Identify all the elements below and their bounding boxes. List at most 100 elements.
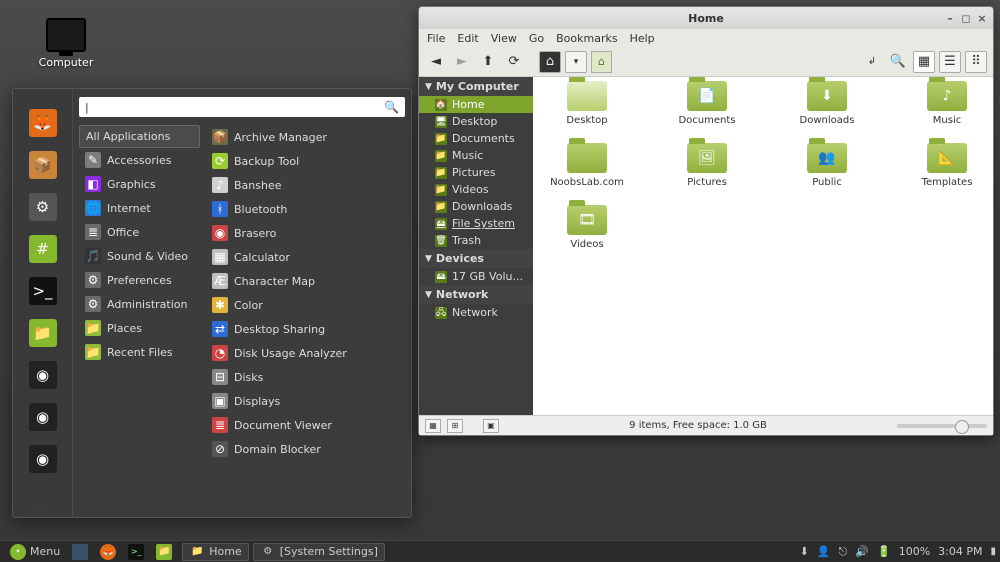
category-item[interactable]: 📁Places: [79, 316, 200, 340]
window-minimize-button[interactable]: –: [945, 12, 955, 25]
favorite-files[interactable]: 📁: [29, 319, 57, 347]
sidebar-item[interactable]: 🏠Home: [419, 96, 533, 113]
menu-edit[interactable]: Edit: [457, 32, 478, 45]
file-item[interactable]: 📄Documents: [667, 81, 747, 143]
file-item[interactable]: 🎞Videos: [547, 205, 627, 267]
nav-up-button[interactable]: ⬆: [477, 51, 499, 73]
app-item[interactable]: ⟳Backup Tool: [206, 149, 405, 173]
desktop-icon-computer[interactable]: Computer: [26, 18, 106, 69]
app-item[interactable]: ÆCharacter Map: [206, 269, 405, 293]
sidebar-item[interactable]: 📁Pictures: [419, 164, 533, 181]
favorite-software[interactable]: 📦: [29, 151, 57, 179]
favorite-terminal[interactable]: >_: [29, 277, 57, 305]
file-item[interactable]: ⬇Downloads: [787, 81, 867, 143]
app-item[interactable]: ⇄Desktop Sharing: [206, 317, 405, 341]
status-btn-2[interactable]: ⊞: [447, 419, 463, 433]
favorite-updates[interactable]: #: [29, 235, 57, 263]
sidebar-item[interactable]: 🖧Network: [419, 304, 533, 321]
tray-volume-icon[interactable]: 🔊: [855, 545, 869, 558]
app-item[interactable]: ✱Color: [206, 293, 405, 317]
sidebar-item[interactable]: 🖥Desktop: [419, 113, 533, 130]
menu-button[interactable]: ⋆ Menu: [4, 543, 66, 561]
tray-user-icon[interactable]: 👤: [817, 545, 831, 558]
path-drop-button[interactable]: ▾: [565, 51, 587, 73]
nav-forward-button[interactable]: ►: [451, 51, 473, 73]
menu-search[interactable]: | 🔍: [79, 97, 405, 117]
menu-view[interactable]: View: [491, 32, 517, 45]
tray-network-icon[interactable]: ⎋: [839, 545, 848, 559]
menu-go[interactable]: Go: [529, 32, 544, 45]
window-maximize-button[interactable]: ◻: [961, 12, 971, 25]
zoom-slider[interactable]: [897, 424, 987, 428]
nav-back-button[interactable]: ◄: [425, 51, 447, 73]
category-item[interactable]: 🎵Sound & Video: [79, 244, 200, 268]
app-item[interactable]: ▦Calculator: [206, 245, 405, 269]
sidebar-item[interactable]: 📁Downloads: [419, 198, 533, 215]
sidebar-item[interactable]: 🖴File System: [419, 215, 533, 232]
file-item[interactable]: 🖼Pictures: [667, 143, 747, 205]
sidebar-item[interactable]: 📁Documents: [419, 130, 533, 147]
app-item[interactable]: ⊘Domain Blocker: [206, 437, 405, 461]
view-icons-button[interactable]: ▦: [913, 51, 935, 73]
view-list-button[interactable]: ☰: [939, 51, 961, 73]
task-button[interactable]: ⚙[System Settings]: [253, 543, 385, 561]
status-btn-3[interactable]: ▣: [483, 419, 499, 433]
window-titlebar[interactable]: Home – ◻ ×: [419, 7, 993, 29]
task-button[interactable]: 📁Home: [182, 543, 248, 561]
menu-help[interactable]: Help: [630, 32, 655, 45]
app-item[interactable]: 📦Archive Manager: [206, 125, 405, 149]
category-item[interactable]: ≣Office: [79, 220, 200, 244]
app-item[interactable]: ◔Disk Usage Analyzer: [206, 341, 405, 365]
sidebar-item[interactable]: 🖴17 GB Volu...: [419, 268, 533, 285]
category-item[interactable]: 📁Recent Files: [79, 340, 200, 364]
search-button[interactable]: 🔍: [887, 51, 909, 73]
category-item[interactable]: ✎Accessories: [79, 148, 200, 172]
toggle-path-entry-button[interactable]: ↲: [861, 51, 883, 73]
app-item[interactable]: ⊟Disks: [206, 365, 405, 389]
favorite-media3[interactable]: ◉: [29, 445, 57, 473]
category-item[interactable]: ⚙Administration: [79, 292, 200, 316]
file-item[interactable]: Desktop: [547, 81, 627, 143]
menu-bookmarks[interactable]: Bookmarks: [556, 32, 617, 45]
sidebar-item[interactable]: 🗑Trash: [419, 232, 533, 249]
sidebar-section-header[interactable]: ▼Devices: [419, 249, 533, 268]
favorite-settings[interactable]: ⚙: [29, 193, 57, 221]
launcher-files[interactable]: 📁: [150, 543, 178, 561]
category-item[interactable]: ◧Graphics: [79, 172, 200, 196]
file-item[interactable]: ♪Music: [907, 81, 987, 143]
path-current-button[interactable]: ⌂: [591, 51, 612, 73]
app-item[interactable]: ◉Brasero: [206, 221, 405, 245]
path-home-button[interactable]: ⌂: [539, 51, 561, 73]
file-item[interactable]: 📐Templates: [907, 143, 987, 205]
tray-battery-icon[interactable]: 🔋: [877, 545, 891, 558]
nav-reload-button[interactable]: ⟳: [503, 51, 525, 73]
file-pane[interactable]: Desktop 📄Documents ⬇Downloads ♪Music NoobsLa…: [533, 77, 993, 415]
view-compact-button[interactable]: ⠿: [965, 51, 987, 73]
tray-clock[interactable]: 3:04 PM: [938, 545, 982, 558]
sidebar-item[interactable]: 📁Videos: [419, 181, 533, 198]
sidebar-section-header[interactable]: ▼Network: [419, 285, 533, 304]
menu-file[interactable]: File: [427, 32, 445, 45]
tray-overflow-icon[interactable]: ▮: [990, 546, 996, 557]
file-item[interactable]: 👥Public: [787, 143, 867, 205]
category-item[interactable]: 🌐Internet: [79, 196, 200, 220]
app-item[interactable]: ᚼBluetooth: [206, 197, 405, 221]
status-btn-1[interactable]: ▦: [425, 419, 441, 433]
favorite-firefox[interactable]: 🦊: [29, 109, 57, 137]
sidebar-section-header[interactable]: ▼My Computer: [419, 77, 533, 96]
app-item[interactable]: ♪Banshee: [206, 173, 405, 197]
sidebar-item[interactable]: 📁Music: [419, 147, 533, 164]
category-all-applications[interactable]: All Applications: [79, 125, 200, 148]
file-item[interactable]: NoobsLab.com: [547, 143, 627, 205]
window-close-button[interactable]: ×: [977, 12, 987, 25]
category-item[interactable]: ⚙Preferences: [79, 268, 200, 292]
search-input[interactable]: [89, 101, 384, 114]
tray-updates-icon[interactable]: ⬇: [800, 545, 809, 558]
show-desktop-button[interactable]: [66, 543, 94, 561]
launcher-firefox[interactable]: 🦊: [94, 543, 122, 561]
launcher-terminal[interactable]: >_: [122, 543, 150, 561]
app-item[interactable]: ≣Document Viewer: [206, 413, 405, 437]
favorite-media2[interactable]: ◉: [29, 403, 57, 431]
app-item[interactable]: ▣Displays: [206, 389, 405, 413]
favorite-media1[interactable]: ◉: [29, 361, 57, 389]
